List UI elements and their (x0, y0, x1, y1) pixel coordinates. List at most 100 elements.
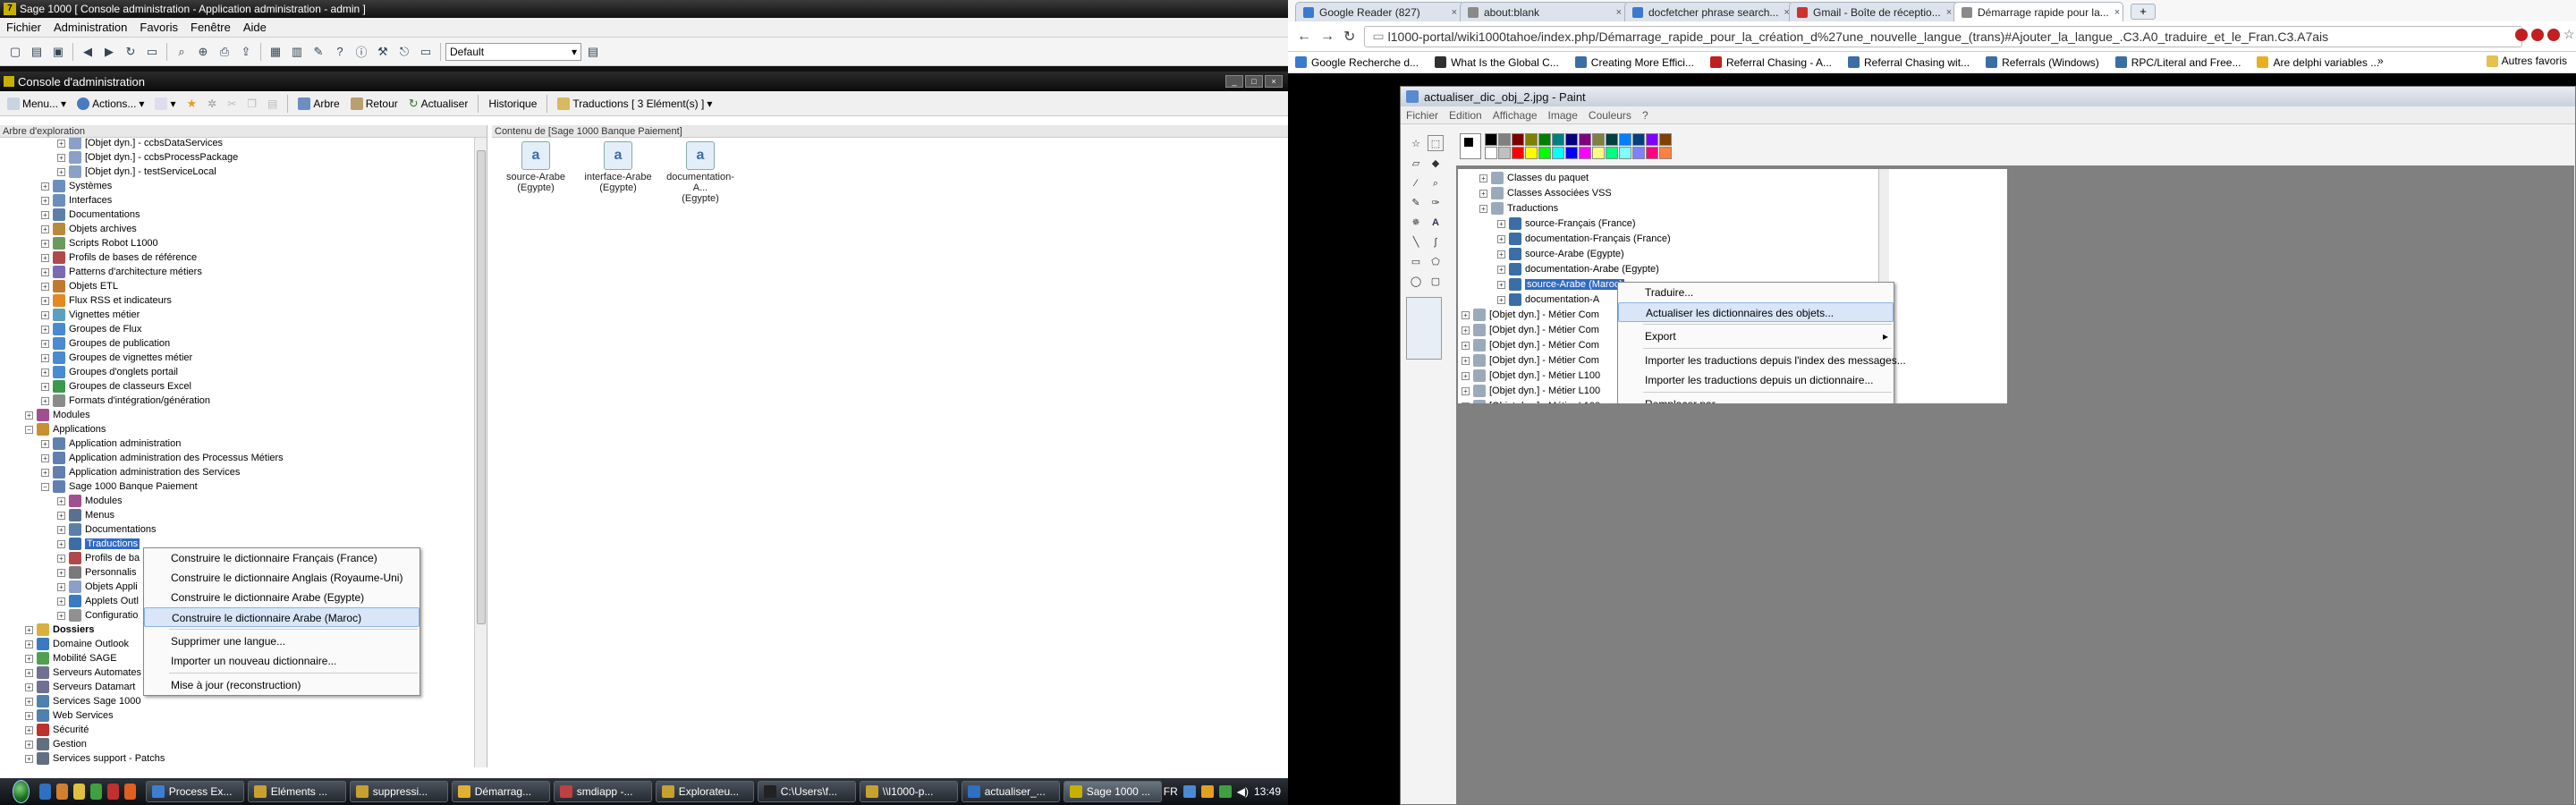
palette-swatch[interactable] (1632, 147, 1645, 159)
paint-menu-help[interactable]: ? (1637, 109, 1654, 122)
tree-node-groupes-d-onglets-portail[interactable]: + Groupes d'onglets portail (41, 365, 178, 379)
close-icon[interactable]: × (1265, 75, 1283, 88)
expand-icon[interactable]: + (25, 754, 33, 763)
palette-swatch[interactable] (1512, 147, 1524, 159)
content-item-source-arabe[interactable]: a source-Arabe (Egypte) (496, 141, 576, 193)
tree-node-domaine-outlook[interactable]: + Domaine Outlook (25, 637, 129, 651)
cut-button[interactable]: ✂ (224, 97, 240, 110)
palette-swatch[interactable] (1525, 133, 1538, 146)
tree-node-securite[interactable]: + Sécurité (25, 723, 89, 737)
tree-node-scripts-robot-l1000[interactable]: + Scripts Robot L1000 (41, 236, 158, 250)
menu-item-importer-un-nouveau-dictionnaire[interactable]: Importer un nouveau dictionnaire... (144, 651, 419, 671)
free-select-icon[interactable]: ☆ (1408, 136, 1424, 152)
folder-icon[interactable]: ▭ (142, 43, 162, 61)
palette-swatch[interactable] (1565, 147, 1578, 159)
airbrush-icon[interactable]: ✵ (1408, 215, 1424, 231)
palette-swatch[interactable] (1646, 133, 1658, 146)
menu-fenetre[interactable]: Fenêtre (184, 21, 237, 34)
find-icon[interactable]: ⌕ (172, 43, 191, 61)
tree-node-traductions[interactable]: + Traductions (57, 537, 140, 551)
tree-node-application-administration-des-services[interactable]: + Application administration des Services (41, 465, 240, 479)
tree-node-documentations[interactable]: + Documentations (41, 208, 140, 222)
tree-node-profils-de-bases-de-reference[interactable]: + Profils de bases de référence (41, 250, 197, 265)
expand-icon[interactable]: + (41, 296, 49, 305)
extension-icon[interactable] (2531, 28, 2544, 41)
tray-app-icon[interactable] (1200, 785, 1214, 798)
bookmark-what-is-the-global-c[interactable]: What Is the Global C... (1435, 56, 1559, 69)
palette-swatch[interactable] (1498, 147, 1511, 159)
expand-icon[interactable]: + (57, 139, 65, 148)
bookmark-google-recherche-d[interactable]: Google Recherche d... (1295, 56, 1419, 69)
palette-swatch[interactable] (1485, 147, 1497, 159)
bookmark-referral-chasing-a[interactable]: Referral Chasing - A... (1709, 56, 1832, 69)
taskbar-button-l1000-p[interactable]: \\l1000-p... (859, 781, 958, 802)
menu-item-construire-le-dictionnaire-anglais-royaume-uni[interactable]: Construire le dictionnaire Anglais (Roya… (144, 568, 419, 588)
profile-select[interactable]: Default ▾ (445, 42, 581, 61)
url-bar[interactable]: ▭ l1000-portal/wiki1000tahoe/index.php/D… (1364, 25, 2522, 47)
taskbar-button-demarrag[interactable]: Démarrag... (451, 781, 550, 802)
paint-menu-image[interactable]: Image (1543, 109, 1583, 122)
expand-icon[interactable]: + (57, 597, 65, 606)
palette-swatch[interactable] (1619, 133, 1631, 146)
expand-icon[interactable]: + (41, 339, 49, 348)
bookmark-star-icon[interactable]: ☆ (2563, 27, 2575, 42)
expand-icon[interactable]: + (25, 740, 33, 749)
expand-icon[interactable]: + (57, 554, 65, 563)
palette-swatch[interactable] (1579, 133, 1591, 146)
bookmark-creating-more-effici[interactable]: Creating More Effici... (1574, 56, 1694, 69)
tree-node-personnalis[interactable]: + Personnalis (57, 565, 136, 580)
tree-node-objet-dyn-ccbsprocesspackage[interactable]: + [Objet dyn.] - ccbsProcessPackage (57, 150, 238, 165)
retour-button[interactable]: Retour (347, 97, 402, 110)
menu-administration[interactable]: Administration (47, 21, 133, 34)
menu-aide[interactable]: Aide (237, 21, 273, 34)
expand-icon[interactable]: + (25, 640, 33, 648)
tree-node-menus[interactable]: + Menus (57, 508, 114, 522)
expand-icon[interactable]: + (41, 267, 49, 276)
expand-icon[interactable]: + (57, 525, 65, 534)
start-button[interactable] (13, 780, 30, 803)
favorite-button[interactable]: ★ (182, 97, 200, 111)
pdf-icon[interactable]: ⎋ (394, 43, 414, 61)
fill-icon[interactable]: ◆ (1428, 156, 1444, 172)
reload-icon[interactable]: ↻ (1343, 28, 1355, 46)
minimize-icon[interactable]: _ (1225, 75, 1243, 88)
polygon-icon[interactable]: ⬠ (1428, 254, 1444, 270)
other-bookmarks[interactable]: Autres favoris (2486, 55, 2567, 67)
expand-icon[interactable]: + (25, 625, 33, 634)
menu-item-construire-le-dictionnaire-francais-france[interactable]: Construire le dictionnaire Français (Fra… (144, 548, 419, 568)
tree-node-modules[interactable]: + Modules (57, 494, 123, 508)
menu-button[interactable]: Menu... ▾ (4, 97, 70, 110)
collapse-icon[interactable]: − (41, 482, 49, 491)
copy-button[interactable]: ❐ (243, 97, 260, 110)
menu-item-supprimer-une-langue[interactable]: Supprimer une langue... (144, 631, 419, 651)
expand-icon[interactable]: + (41, 253, 49, 262)
tree-node-applications[interactable]: − Applications (25, 422, 106, 436)
tree-node-flux-rss-et-indicateurs[interactable]: + Flux RSS et indicateurs (41, 293, 172, 308)
expand-icon[interactable]: + (41, 282, 49, 291)
tree-node-objet-dyn-ccbsdataservices[interactable]: + [Objet dyn.] - ccbsDataServices (57, 138, 223, 150)
clock[interactable]: 13:49 (1254, 785, 1281, 798)
volume-icon[interactable]: ◀) (1237, 785, 1249, 798)
taskbar-button-sage-1000[interactable]: Sage 1000 ... (1063, 781, 1162, 802)
window-icon[interactable]: ▦ (266, 43, 285, 61)
pencil-icon[interactable]: ✎ (1408, 195, 1424, 211)
rounded-rect-icon[interactable]: ▢ (1428, 274, 1444, 290)
browser-tab-about-blank[interactable]: about:blank × (1460, 2, 1630, 21)
historique-button[interactable]: Historique (485, 97, 540, 110)
tree-node-objets-appli[interactable]: + Objets Appli (57, 580, 138, 594)
line-icon[interactable]: ╲ (1408, 234, 1424, 250)
extension-icon[interactable] (2515, 28, 2528, 41)
text-icon[interactable]: A (1428, 215, 1444, 231)
current-colors[interactable] (1460, 133, 1481, 159)
menu-item-mise-a-jour-reconstruction[interactable]: Mise à jour (reconstruction) (144, 675, 419, 695)
expand-icon[interactable]: + (25, 711, 33, 720)
tree-node-objets-archives[interactable]: + Objets archives (41, 222, 137, 236)
palette-swatch[interactable] (1606, 133, 1618, 146)
profile-edit-icon[interactable]: ▤ (583, 43, 603, 61)
tree-node-objets-etl[interactable]: + Objets ETL (41, 279, 118, 293)
expand-icon[interactable]: + (57, 153, 65, 162)
palette-swatch[interactable] (1659, 133, 1672, 146)
close-tab-icon[interactable]: × (2114, 7, 2120, 18)
expand-icon[interactable]: + (57, 582, 65, 591)
menu-fichier[interactable]: Fichier (0, 21, 47, 34)
